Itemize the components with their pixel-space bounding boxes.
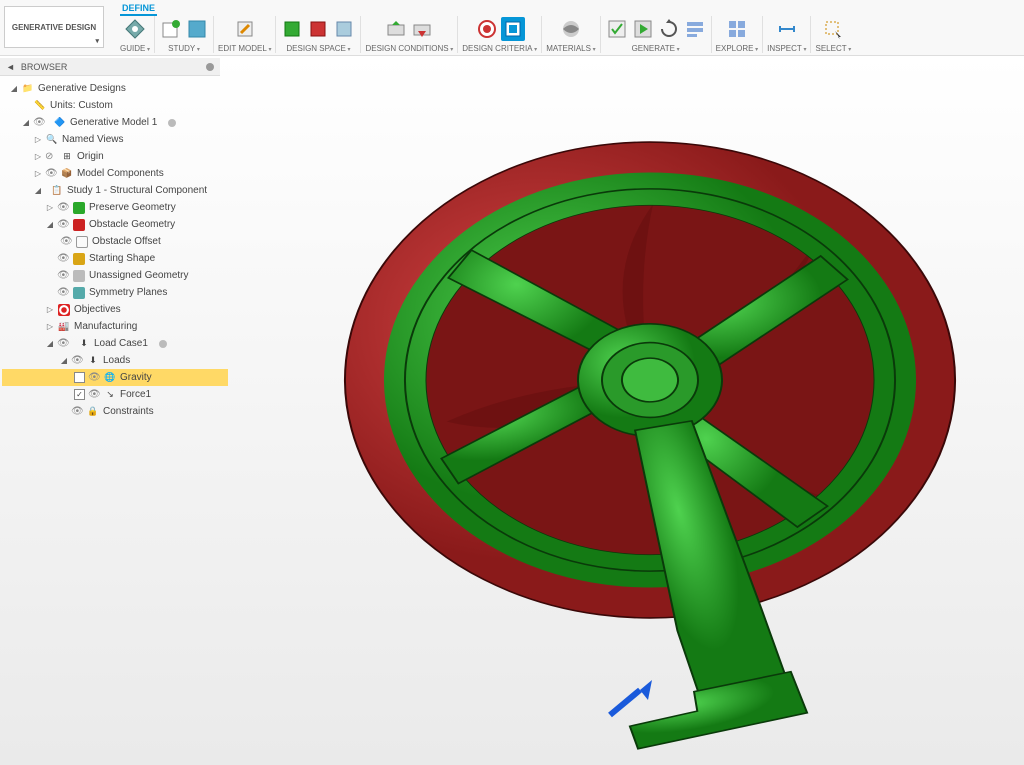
manufacturing-icon[interactable] [501, 17, 525, 41]
inspect-label[interactable]: INSPECT [767, 44, 806, 53]
objectives-icon[interactable] [475, 17, 499, 41]
ribbon-group-explore: EXPLORE [712, 16, 763, 53]
refresh-icon[interactable] [657, 17, 681, 41]
ribbon-group-guide: GUIDE [116, 16, 155, 53]
tree-model[interactable]: ◢👁🔷Generative Model 1 [2, 114, 228, 131]
loads-icon[interactable] [410, 17, 434, 41]
design-criteria-label[interactable]: DESIGN CRITERIA [462, 44, 537, 53]
generate-icon[interactable] [631, 17, 655, 41]
preserve-geom-icon[interactable] [280, 17, 304, 41]
obstacle-geom-icon[interactable] [306, 17, 330, 41]
tree-objectives[interactable]: ▷Objectives [2, 301, 228, 318]
tree-model-components[interactable]: ▷👁📦Model Components [2, 165, 228, 182]
browser-collapse-icon[interactable]: ◄ [6, 62, 15, 72]
chevron-down-icon: ▾ [95, 37, 99, 45]
ribbon-group-generate: GENERATE [601, 16, 712, 53]
constraints-icon[interactable] [384, 17, 408, 41]
workspace-switcher[interactable]: GENERATIVE DESIGN ▾ [4, 6, 104, 48]
tree-symmetry[interactable]: 👁Symmetry Planes [2, 284, 228, 301]
tree-constraints[interactable]: 👁🔒Constraints [2, 403, 228, 420]
tree-unassigned[interactable]: 👁Unassigned Geometry [2, 267, 228, 284]
tree-obstacle[interactable]: ◢👁Obstacle Geometry [2, 216, 228, 233]
generate-label[interactable]: GENERATE [632, 44, 680, 53]
precheck-icon[interactable] [605, 17, 629, 41]
ribbon-group-inspect: INSPECT [763, 16, 811, 53]
tree-load-case[interactable]: ◢👁⬇Load Case1 [2, 335, 228, 352]
gravity-checkbox[interactable] [74, 372, 85, 383]
tree-manufacturing[interactable]: ▷🏭Manufacturing [2, 318, 228, 335]
ribbon-group-design-space: DESIGN SPACE [276, 16, 361, 53]
study-new-icon[interactable] [159, 17, 183, 41]
ribbon-group-design-conditions: DESIGN CONDITIONS [361, 16, 458, 53]
ribbon-group-materials: MATERIALS [542, 16, 600, 53]
ribbon-group-study: STUDY [155, 16, 214, 53]
tree-units[interactable]: 📏Units: Custom [2, 97, 228, 114]
tree-named-views[interactable]: ▷🔍Named Views [2, 131, 228, 148]
materials-icon[interactable] [559, 17, 583, 41]
ribbon: GUIDE STUDY EDIT MODEL DESIGN SPACE DESI… [112, 14, 1024, 55]
workspace-label: GENERATIVE DESIGN [12, 23, 96, 32]
edit-model-icon[interactable] [233, 17, 257, 41]
job-status-icon[interactable] [683, 17, 707, 41]
design-space-label[interactable]: DESIGN SPACE [286, 44, 350, 53]
force1-checkbox[interactable]: ✓ [74, 389, 85, 400]
tree-preserve[interactable]: ▷👁Preserve Geometry [2, 199, 228, 216]
browser-title: BROWSER [21, 62, 68, 72]
materials-label[interactable]: MATERIALS [546, 44, 595, 53]
explore-label[interactable]: EXPLORE [716, 44, 758, 53]
browser-tree: ◢📁Generative Designs 📏Units: Custom ◢👁🔷G… [0, 76, 230, 424]
select-icon[interactable] [821, 17, 845, 41]
explore-icon[interactable] [725, 17, 749, 41]
tree-study[interactable]: ◢📋Study 1 - Structural Component [2, 182, 228, 199]
ribbon-group-design-criteria: DESIGN CRITERIA [458, 16, 542, 53]
tree-gravity[interactable]: 👁🌐Gravity [2, 369, 228, 386]
tree-force1[interactable]: ✓👁↘Force1 [2, 386, 228, 403]
tree-root[interactable]: ◢📁Generative Designs [2, 80, 228, 97]
tree-obstacle-offset[interactable]: 👁Obstacle Offset [2, 233, 228, 250]
browser-header: ◄ BROWSER [0, 58, 220, 76]
edit-model-label[interactable]: EDIT MODEL [218, 44, 271, 53]
study-label[interactable]: STUDY [168, 44, 200, 53]
tree-loads[interactable]: ◢👁⬇Loads [2, 352, 228, 369]
tree-starting-shape[interactable]: 👁Starting Shape [2, 250, 228, 267]
guide-icon[interactable] [121, 17, 149, 41]
browser-options-icon[interactable] [206, 63, 214, 71]
study-settings-icon[interactable] [185, 17, 209, 41]
select-label[interactable]: SELECT [815, 44, 851, 53]
ribbon-group-select: SELECT [811, 16, 855, 53]
design-conditions-label[interactable]: DESIGN CONDITIONS [365, 44, 453, 53]
tree-origin[interactable]: ▷⊘⊞Origin [2, 148, 228, 165]
starting-shape-icon[interactable] [332, 17, 356, 41]
guide-label[interactable]: GUIDE [120, 44, 150, 53]
ribbon-group-edit-model: EDIT MODEL [214, 16, 276, 53]
model-3d-view[interactable] [320, 80, 970, 760]
inspect-icon[interactable] [775, 17, 799, 41]
